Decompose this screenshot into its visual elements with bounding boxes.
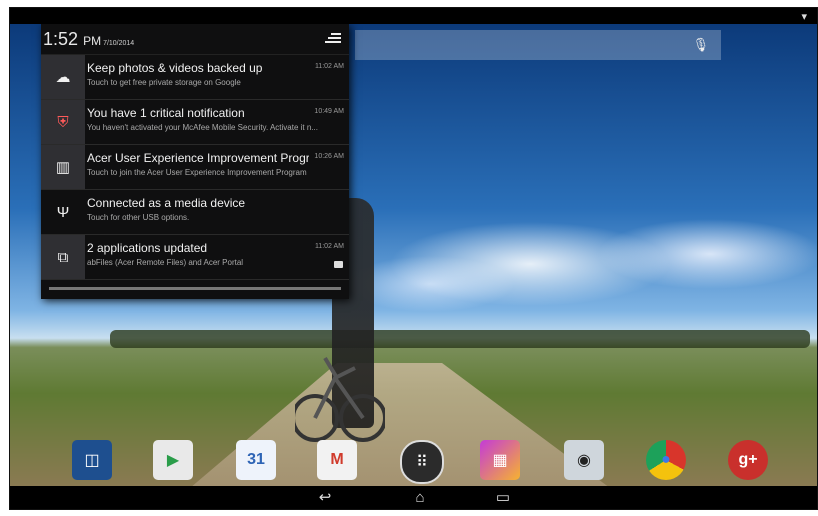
notification-item[interactable]: ⧉ 2 applications updated abFiles (Acer R… (41, 235, 349, 280)
app-dock: ◫ ▶ 31 M ⠿ ▦ ◉ ● g+ (10, 436, 817, 486)
gmail-icon[interactable]: M (317, 440, 357, 480)
google-search-bar[interactable]: 🎙 (355, 30, 721, 60)
shade-header: 1:52 PM 7/10/2014 (41, 24, 349, 55)
notification-shade[interactable]: 1:52 PM 7/10/2014 ☁ Keep photos & videos … (41, 24, 349, 299)
navigation-bar: ↩ ⌂ ▭ (10, 486, 817, 509)
gallery-icon[interactable]: ▦ (480, 440, 520, 480)
notification-item[interactable]: ☁ Keep photos & videos backed up Touch t… (41, 55, 349, 100)
chrome-icon[interactable]: ● (646, 440, 686, 480)
app-drawer-icon[interactable]: ⠿ (400, 440, 444, 484)
back-button[interactable]: ↩ (310, 488, 340, 508)
mic-icon[interactable]: 🎙 (692, 37, 709, 53)
calendar-icon[interactable]: 31 (236, 440, 276, 480)
camera-icon[interactable]: ◉ (564, 440, 604, 480)
notification-item[interactable]: ▥ Acer User Experience Improvement Progr… (41, 145, 349, 190)
app-update-icon: ⧉ (41, 235, 85, 279)
home-button[interactable]: ⌂ (405, 488, 435, 508)
usb-icon: Ψ (41, 190, 85, 234)
google-plus-icon[interactable]: g+ (728, 440, 768, 480)
clock: 1:52 PM 7/10/2014 (43, 29, 135, 49)
wifi-icon: ▾ (801, 11, 807, 23)
dolby-app-icon[interactable]: ◫ (72, 440, 112, 480)
notification-item[interactable]: ⛨ You have 1 critical notification You h… (41, 100, 349, 145)
tablet-screen: ▾ 🎙 1:52 PM 7/10/2014 ☁ Keep photos & vid… (9, 7, 818, 510)
shade-drag-handle[interactable] (49, 287, 341, 290)
acer-program-icon: ▥ (41, 145, 85, 189)
tree-line (110, 330, 810, 348)
notification-item[interactable]: Ψ Connected as a media device Touch for … (41, 190, 349, 235)
mcafee-shield-icon: ⛨ (41, 100, 85, 144)
cloud-upload-icon: ☁ (41, 55, 85, 99)
clear-all-icon[interactable] (325, 31, 341, 45)
play-store-icon[interactable]: ▶ (153, 440, 193, 480)
update-badge-icon (334, 261, 343, 268)
status-bar[interactable]: ▾ (10, 8, 817, 24)
recents-button[interactable]: ▭ (488, 488, 518, 508)
